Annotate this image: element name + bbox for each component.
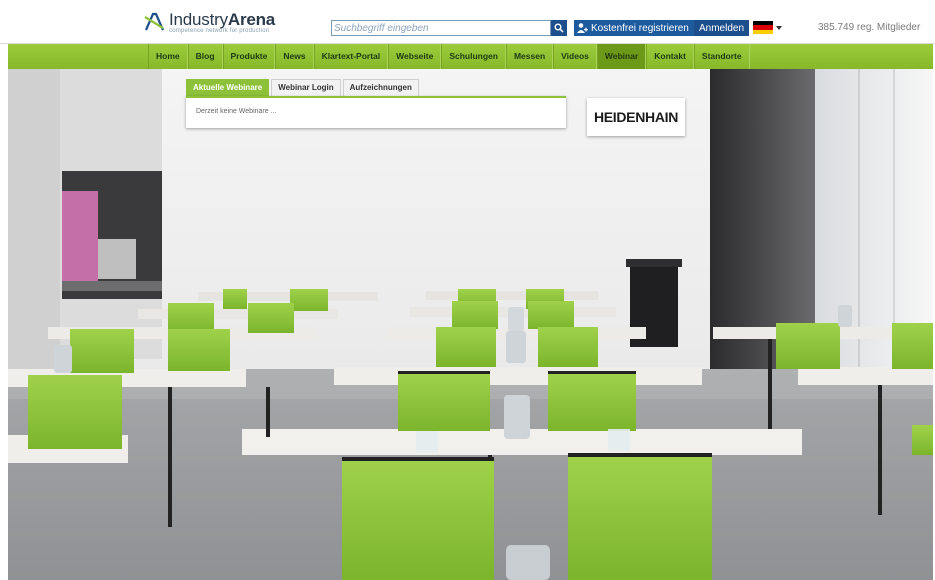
nav-item-produkte[interactable]: Produkte <box>222 44 276 69</box>
nav-item-webseite[interactable]: Webseite <box>388 44 442 69</box>
top-header: IndustryArena competence network for pro… <box>0 0 935 44</box>
nav-item-messen[interactable]: Messen <box>505 44 554 69</box>
industryarena-logo-icon <box>144 12 165 31</box>
tab-aktuelle-webinare[interactable]: Aktuelle Webinare <box>186 79 270 96</box>
nav-item-videos[interactable]: Videos <box>553 44 597 69</box>
login-label: Anmelden <box>699 22 745 34</box>
login-button[interactable]: Anmelden <box>694 20 750 36</box>
webinar-panel: Derzeit keine Webinare ... <box>186 96 566 128</box>
heidenhain-logo[interactable]: HEIDENHAIN <box>587 98 685 136</box>
nav-item-schulungen[interactable]: Schulungen <box>441 44 506 69</box>
nav-item-news[interactable]: News <box>275 44 314 69</box>
nav-item-home[interactable]: Home <box>148 44 188 69</box>
user-add-icon <box>577 23 588 33</box>
main-nav: Home Blog Produkte News Klartext-Portal Webse… <box>8 44 933 69</box>
nav-item-klartext-portal[interactable]: Klartext-Portal <box>313 44 389 69</box>
nav-item-kontakt[interactable]: Kontakt <box>646 44 694 69</box>
logo-name: IndustryArena <box>169 10 276 29</box>
logo-tagline: competence network for production <box>169 28 270 34</box>
tab-webinar-login[interactable]: Webinar Login <box>271 79 341 96</box>
search-input[interactable] <box>331 20 551 36</box>
language-dropdown-caret-icon[interactable] <box>776 26 782 30</box>
language-flag-icon[interactable] <box>753 21 773 34</box>
search-bar <box>331 20 567 36</box>
nav-item-standorte[interactable]: Standorte <box>693 44 750 69</box>
register-button[interactable]: Kostenfrei registrieren <box>574 20 694 36</box>
no-webinars-message: Derzeit keine Webinare ... <box>196 108 277 115</box>
site-logo[interactable]: IndustryArena competence network for pro… <box>143 11 275 41</box>
member-count: 385.749 reg. Mitglieder <box>818 22 921 33</box>
search-button[interactable] <box>551 20 567 36</box>
nav-item-webinar[interactable]: Webinar <box>596 44 647 69</box>
conference-room-illustration <box>8 69 933 580</box>
register-label: Kostenfrei registrieren <box>591 22 689 34</box>
webinar-tabs: Aktuelle Webinare Webinar Login Aufzeichnu… <box>186 79 421 96</box>
nav-item-blog[interactable]: Blog <box>187 44 223 69</box>
background-conference-room-image <box>8 69 933 580</box>
search-icon <box>554 23 564 33</box>
tab-aufzeichnungen[interactable]: Aufzeichnungen <box>342 79 419 96</box>
heidenhain-logo-text: HEIDENHAIN <box>593 109 679 125</box>
